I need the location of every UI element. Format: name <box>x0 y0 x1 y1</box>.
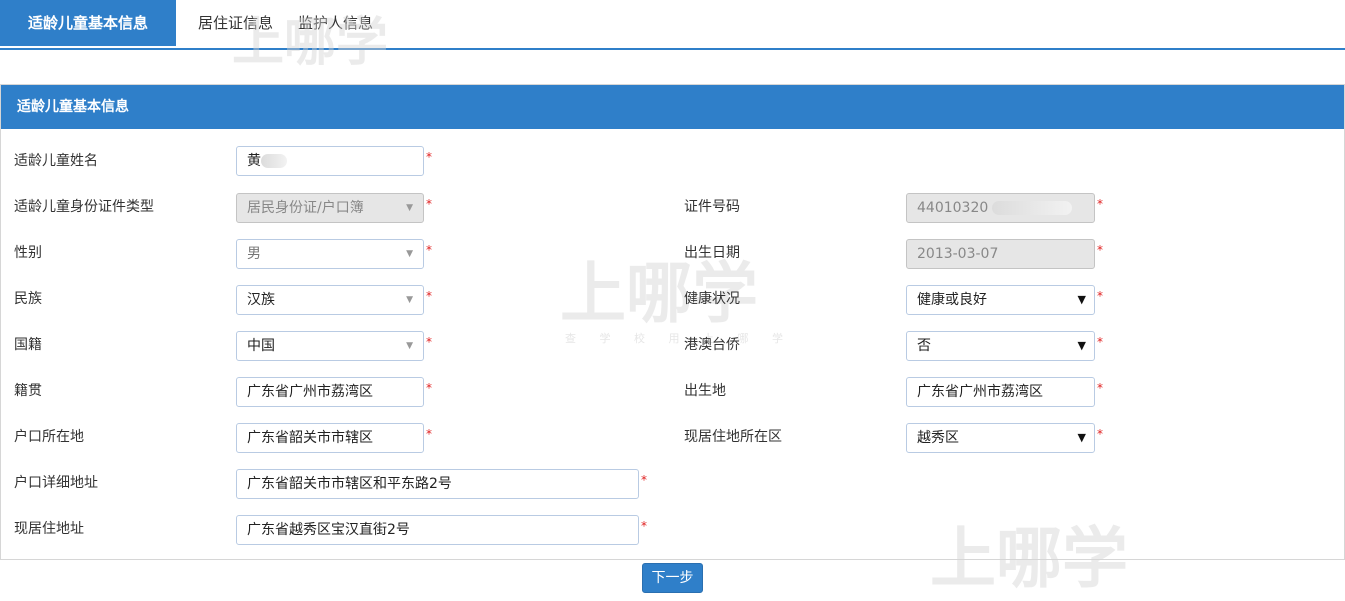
required-mark: * <box>426 335 432 349</box>
label-birth-place: 出生地 <box>684 383 726 399</box>
nationality-select[interactable]: 中国 ▼ <box>236 331 424 361</box>
dropdown-arrow-icon: ▼ <box>406 295 413 305</box>
id-type-value: 居民身份证/户口簿 <box>247 200 364 216</box>
required-mark: * <box>426 427 432 441</box>
overseas-value: 否 <box>917 338 931 354</box>
required-mark: * <box>426 289 432 303</box>
current-address-input[interactable]: 广东省越秀区宝汉直街2号 <box>236 515 639 545</box>
native-place-value: 广东省广州市荔湾区 <box>247 384 373 400</box>
tab-child-basic-info[interactable]: 适龄儿童基本信息 <box>0 0 176 46</box>
label-ethnicity: 民族 <box>14 291 42 307</box>
hukou-location-value: 广东省韶关市市辖区 <box>247 430 373 446</box>
health-value: 健康或良好 <box>917 292 987 308</box>
nationality-value: 中国 <box>247 338 275 354</box>
label-health: 健康状况 <box>684 291 740 307</box>
hukou-location-input[interactable]: 广东省韶关市市辖区 <box>236 423 424 453</box>
birth-date-value: 2013-03-07 <box>917 246 999 262</box>
label-native-place: 籍贯 <box>14 383 42 399</box>
required-mark: * <box>1097 289 1103 303</box>
gender-select[interactable]: 男 ▼ <box>236 239 424 269</box>
required-mark: * <box>641 519 647 533</box>
panel-title: 适龄儿童基本信息 <box>17 99 129 115</box>
dropdown-arrow-icon: ▼ <box>1077 339 1086 352</box>
birth-place-input[interactable]: 广东省广州市荔湾区 <box>906 377 1095 407</box>
required-mark: * <box>1097 381 1103 395</box>
dropdown-arrow-icon: ▼ <box>406 203 413 213</box>
child-name-value: 黄 <box>247 153 261 169</box>
required-mark: * <box>1097 335 1103 349</box>
birth-place-value: 广东省广州市荔湾区 <box>917 384 1043 400</box>
label-hukou-location: 户口所在地 <box>14 429 84 445</box>
id-number-input[interactable]: 44010320 <box>906 193 1095 223</box>
tab-guardian-info[interactable]: 监护人信息 <box>298 0 373 46</box>
label-birth-date: 出生日期 <box>684 245 740 261</box>
tab-residence-permit[interactable]: 居住证信息 <box>198 0 273 46</box>
current-district-select[interactable]: 越秀区 ▼ <box>906 423 1095 453</box>
required-mark: * <box>1097 243 1103 257</box>
dropdown-arrow-icon: ▼ <box>1077 431 1086 444</box>
child-name-input[interactable]: 黄 <box>236 146 424 176</box>
required-mark: * <box>1097 197 1103 211</box>
birth-date-input[interactable]: 2013-03-07 <box>906 239 1095 269</box>
dropdown-arrow-icon: ▼ <box>406 341 413 351</box>
label-current-address: 现居住地址 <box>14 521 84 537</box>
id-type-select[interactable]: 居民身份证/户口簿 ▼ <box>236 193 424 223</box>
label-overseas: 港澳台侨 <box>684 337 740 353</box>
native-place-input[interactable]: 广东省广州市荔湾区 <box>236 377 424 407</box>
health-select[interactable]: 健康或良好 ▼ <box>906 285 1095 315</box>
label-id-number: 证件号码 <box>684 199 740 215</box>
required-mark: * <box>426 197 432 211</box>
label-child-name: 适龄儿童姓名 <box>14 153 98 169</box>
child-info-panel: 适龄儿童基本信息 <box>0 84 1345 560</box>
next-step-button[interactable]: 下一步 <box>642 563 703 593</box>
overseas-select[interactable]: 否 ▼ <box>906 331 1095 361</box>
label-nationality: 国籍 <box>14 337 42 353</box>
ethnicity-value: 汉族 <box>247 292 275 308</box>
gender-value: 男 <box>247 246 261 262</box>
required-mark: * <box>426 150 432 164</box>
label-id-type: 适龄儿童身份证件类型 <box>14 199 154 215</box>
required-mark: * <box>426 243 432 257</box>
required-mark: * <box>1097 427 1103 441</box>
tab-bar: 适龄儿童基本信息 居住证信息 监护人信息 <box>0 0 1345 50</box>
required-mark: * <box>426 381 432 395</box>
required-mark: * <box>641 473 647 487</box>
dropdown-arrow-icon: ▼ <box>406 249 413 259</box>
id-number-value: 44010320 <box>917 200 989 216</box>
hukou-address-value: 广东省韶关市市辖区和平东路2号 <box>247 476 452 492</box>
current-district-value: 越秀区 <box>917 430 959 446</box>
label-gender: 性别 <box>14 245 42 261</box>
label-current-district: 现居住地所在区 <box>684 429 782 445</box>
current-address-value: 广东省越秀区宝汉直街2号 <box>247 522 410 538</box>
label-hukou-address: 户口详细地址 <box>14 475 98 491</box>
redacted-mask <box>261 154 287 168</box>
ethnicity-select[interactable]: 汉族 ▼ <box>236 285 424 315</box>
dropdown-arrow-icon: ▼ <box>1077 293 1086 306</box>
panel-header: 适龄儿童基本信息 <box>1 85 1344 129</box>
hukou-address-input[interactable]: 广东省韶关市市辖区和平东路2号 <box>236 469 639 499</box>
redacted-mask <box>992 201 1073 215</box>
